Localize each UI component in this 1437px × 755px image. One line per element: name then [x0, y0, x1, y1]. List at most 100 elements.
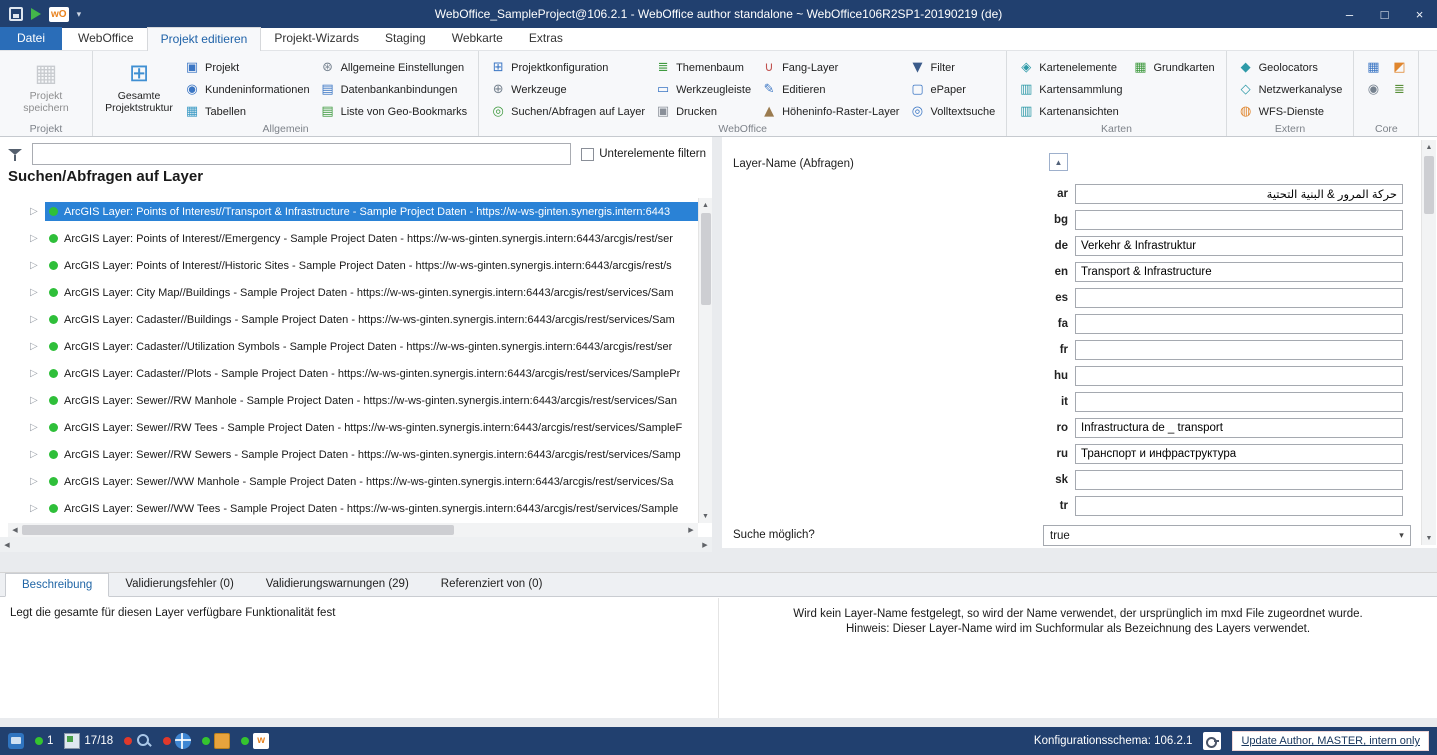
- status-item-globe-service-icon[interactable]: [163, 733, 191, 749]
- ribbon-tab-webkarte[interactable]: Webkarte: [439, 27, 516, 50]
- subelement-filter-checkbox[interactable]: [581, 148, 594, 161]
- status-item-search-service-icon[interactable]: [124, 733, 152, 749]
- layer-name-input-sk[interactable]: [1075, 470, 1403, 490]
- ribbon-button-grundkarten[interactable]: ▦Grundkarten: [1127, 57, 1219, 79]
- ribbon-button-projektkonfiguration[interactable]: ⊞Projektkonfiguration: [485, 57, 650, 79]
- ribbon-button-fang-layer[interactable]: ∪Fang-Layer: [756, 57, 904, 79]
- ribbon-button-netzwerkanalyse[interactable]: ◇Netzwerkanalyse: [1233, 79, 1348, 101]
- ribbon-button-themenbaum[interactable]: ≣Themenbaum: [650, 57, 756, 79]
- ribbon-button-werkzeuge[interactable]: ⊕Werkzeuge: [485, 79, 650, 101]
- layer-name-input-ar[interactable]: [1075, 184, 1403, 204]
- ribbon-button-epaper[interactable]: ▢ePaper: [904, 79, 1000, 101]
- expand-icon[interactable]: ▷: [30, 476, 45, 487]
- maximize-button[interactable]: □: [1367, 0, 1402, 28]
- tree-horizontal-scrollbar[interactable]: ◀ ▶: [8, 523, 698, 537]
- ribbon-button-kartenelemente[interactable]: ◈Kartenelemente: [1013, 57, 1127, 79]
- layer-name-input-es[interactable]: [1075, 288, 1403, 308]
- layer-name-input-ro[interactable]: [1075, 418, 1403, 438]
- status-item-package-service-icon[interactable]: [202, 733, 230, 749]
- scrollbar-track[interactable]: [22, 523, 684, 537]
- scroll-up-icon[interactable]: ▲: [699, 198, 712, 212]
- expand-icon[interactable]: ▷: [30, 314, 45, 325]
- ribbon-button-core-design-icon[interactable]: ◩: [1386, 57, 1412, 79]
- tree-item[interactable]: ▷ArcGIS Layer: Cadaster//Buildings - Sam…: [0, 306, 698, 333]
- ribbon-button-drucken[interactable]: ▣Drucken: [650, 101, 756, 123]
- expand-icon[interactable]: ▷: [30, 206, 45, 217]
- expand-icon[interactable]: ▷: [30, 422, 45, 433]
- close-button[interactable]: ×: [1402, 0, 1437, 28]
- ribbon-button-core-search-user-icon[interactable]: ◉: [1360, 79, 1386, 101]
- ribbon-button-kundeninformationen[interactable]: ◉Kundeninformationen: [179, 79, 315, 101]
- ribbon-button-projekt-speichern[interactable]: ▦Projekt speichern: [6, 54, 86, 114]
- minimize-button[interactable]: –: [1332, 0, 1367, 28]
- ribbon-button-volltextsuche[interactable]: ◎Volltextsuche: [904, 101, 1000, 123]
- ribbon-tab-datei[interactable]: Datei: [0, 27, 62, 50]
- layer-name-input-ru[interactable]: [1075, 444, 1403, 464]
- layer-name-input-bg[interactable]: [1075, 210, 1403, 230]
- expand-icon[interactable]: ▷: [30, 395, 45, 406]
- scrollbar-thumb[interactable]: [22, 525, 454, 535]
- expand-icon[interactable]: ▷: [30, 449, 45, 460]
- expand-icon[interactable]: ▷: [30, 341, 45, 352]
- ribbon-button-datenbankanbindungen[interactable]: ▤Datenbankanbindungen: [315, 79, 473, 101]
- form-scroll-up-button[interactable]: ▲: [1049, 153, 1068, 171]
- bottom-tab-beschreibung[interactable]: Beschreibung: [5, 573, 109, 597]
- ribbon-tab-projekt-wizards[interactable]: Projekt-Wizards: [261, 27, 372, 50]
- search-possible-select[interactable]: true ▾: [1043, 525, 1411, 546]
- ribbon-button-projekt[interactable]: ▣Projekt: [179, 57, 315, 79]
- tree-item[interactable]: ▷ArcGIS Layer: Points of Interest//Emerg…: [0, 225, 698, 252]
- scroll-down-icon[interactable]: ▼: [699, 509, 712, 523]
- panel-horizontal-scrollbar[interactable]: ◀ ▶: [0, 537, 712, 552]
- ribbon-button-kartenansichten[interactable]: ▥Kartenansichten: [1013, 101, 1127, 123]
- status-item-indicator-1[interactable]: 1: [35, 735, 53, 747]
- scrollbar-track[interactable]: [14, 537, 698, 552]
- tree-item[interactable]: ▷ArcGIS Layer: Sewer//WW Manhole - Sampl…: [0, 468, 698, 495]
- ribbon-tab-projekt-editieren[interactable]: Projekt editieren: [147, 27, 262, 51]
- status-item-monitor-icon[interactable]: [8, 733, 24, 749]
- bottom-tab-validierungsfehler-0[interactable]: Validierungsfehler (0): [109, 573, 249, 596]
- ribbon-tab-staging[interactable]: Staging: [372, 27, 439, 50]
- scroll-left-icon[interactable]: ◀: [8, 523, 22, 537]
- scroll-right-icon[interactable]: ▶: [698, 538, 712, 552]
- ribbon-button-suchen-abfragen-auf-layer[interactable]: ◎Suchen/Abfragen auf Layer: [485, 101, 650, 123]
- layer-name-input-fa[interactable]: [1075, 314, 1403, 334]
- scroll-down-icon[interactable]: ▼: [1422, 531, 1436, 545]
- bottom-tab-referenziert-von-0[interactable]: Referenziert von (0): [425, 573, 559, 596]
- ribbon-button-core-window-icon[interactable]: ▦: [1360, 57, 1386, 79]
- run-icon[interactable]: [31, 8, 41, 20]
- save-icon[interactable]: [9, 7, 23, 21]
- expand-icon[interactable]: ▷: [30, 287, 45, 298]
- ribbon-button-editieren[interactable]: ✎Editieren: [756, 79, 904, 101]
- ribbon-button-filter[interactable]: ▼Filter: [904, 57, 1000, 79]
- quick-access-dropdown-icon[interactable]: ▾: [77, 9, 82, 20]
- scrollbar-thumb[interactable]: [1424, 156, 1434, 214]
- ribbon-button-werkzeugleiste[interactable]: ▭Werkzeugleiste: [650, 79, 756, 101]
- scroll-left-icon[interactable]: ◀: [0, 538, 14, 552]
- tree-item[interactable]: ▷ArcGIS Layer: Points of Interest//Histo…: [0, 252, 698, 279]
- ribbon-button-allgemeine-einstellungen[interactable]: ⊛Allgemeine Einstellungen: [315, 57, 473, 79]
- layer-name-input-hu[interactable]: [1075, 366, 1403, 386]
- property-vertical-scrollbar[interactable]: ▲ ▼: [1421, 140, 1436, 545]
- bottom-tab-validierungswarnungen-29[interactable]: Validierungswarnungen (29): [250, 573, 425, 596]
- tree-item[interactable]: ▷ArcGIS Layer: Cadaster//Utilization Sym…: [0, 333, 698, 360]
- ribbon-button-gesamte-projektstruktur[interactable]: ⊞Gesamte Projektstruktur: [99, 54, 179, 114]
- tree-item[interactable]: ▷ArcGIS Layer: Sewer//RW Sewers - Sample…: [0, 441, 698, 468]
- ribbon-button-tabellen[interactable]: ▦Tabellen: [179, 101, 315, 123]
- ribbon-tab-extras[interactable]: Extras: [516, 27, 576, 50]
- ribbon-button-core-sort-icon[interactable]: ≣: [1386, 79, 1412, 101]
- ribbon-button-kartensammlung[interactable]: ▥Kartensammlung: [1013, 79, 1127, 101]
- ribbon-button-liste-von-geo-bookmarks[interactable]: ▤Liste von Geo-Bookmarks: [315, 101, 473, 123]
- tree-item[interactable]: ▷ArcGIS Layer: Cadaster//Plots - Sample …: [0, 360, 698, 387]
- scroll-up-icon[interactable]: ▲: [1422, 140, 1436, 154]
- ribbon-button-höheninfo-raster-layer[interactable]: ▲Höheninfo-Raster-Layer: [756, 101, 904, 123]
- expand-icon[interactable]: ▷: [30, 503, 45, 514]
- key-icon[interactable]: [1203, 732, 1221, 750]
- tree-item[interactable]: ▷ArcGIS Layer: Points of Interest//Trans…: [0, 198, 698, 225]
- tree-vertical-scrollbar[interactable]: ▲ ▼: [698, 198, 712, 523]
- expand-icon[interactable]: ▷: [30, 233, 45, 244]
- layer-name-input-fr[interactable]: [1075, 340, 1403, 360]
- expand-icon[interactable]: ▷: [30, 368, 45, 379]
- tree-item[interactable]: ▷ArcGIS Layer: City Map//Buildings - Sam…: [0, 279, 698, 306]
- scrollbar-thumb[interactable]: [701, 213, 711, 305]
- status-item-grid-status-icon[interactable]: 17/18: [64, 733, 113, 749]
